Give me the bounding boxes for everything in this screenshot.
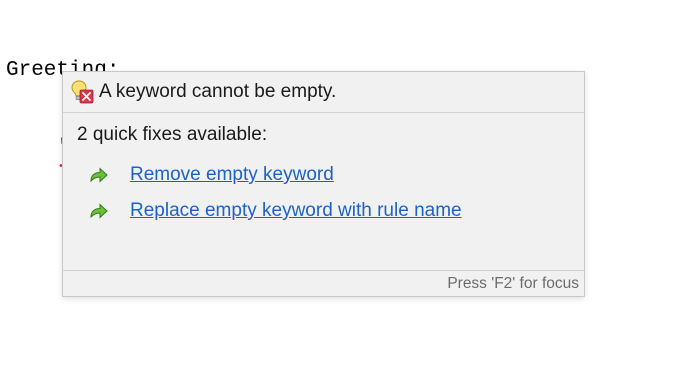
replace-empty-keyword-link[interactable]: Replace empty keyword with rule name xyxy=(130,200,462,222)
problem-header: A keyword cannot be empty. xyxy=(63,72,584,113)
quickfix-arrow-icon xyxy=(89,202,109,220)
hover-footer: Press 'F2' for focus xyxy=(63,270,584,296)
quickfix-arrow-icon xyxy=(89,166,109,184)
remove-empty-keyword-link[interactable]: Remove empty keyword xyxy=(130,164,334,186)
quick-fix-item[interactable]: Replace empty keyword with rule name xyxy=(89,200,462,222)
quick-fix-item[interactable]: Remove empty keyword xyxy=(89,164,334,186)
problem-message: A keyword cannot be empty. xyxy=(99,81,337,102)
focus-hint: Press 'F2' for focus xyxy=(447,274,579,292)
quick-fixes-count: 2 quick fixes available: xyxy=(77,124,268,145)
lightbulb-error-icon xyxy=(69,79,95,105)
quick-fix-hover[interactable]: A keyword cannot be empty. 2 quick fixes… xyxy=(62,71,585,297)
